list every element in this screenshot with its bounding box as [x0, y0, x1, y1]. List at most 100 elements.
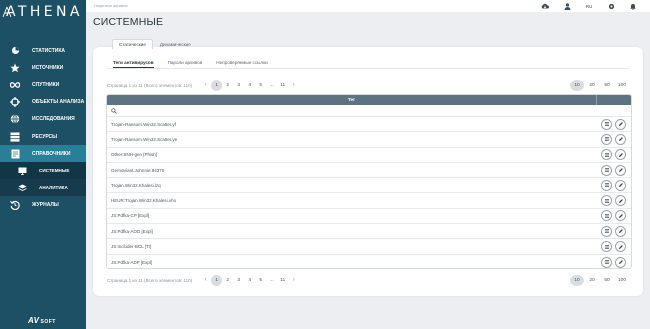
page-size-option[interactable]: 50	[600, 80, 614, 91]
page-button[interactable]: 1	[211, 274, 223, 286]
list-icon[interactable]	[601, 256, 612, 268]
column-header-tag[interactable]: Тег	[107, 98, 596, 103]
sidebar-item-label: ЖУРНАЛЫ	[32, 201, 59, 208]
sidebar-item-resources[interactable]: РЕСУРСЫ	[0, 128, 86, 145]
page-button[interactable]: 2	[222, 80, 233, 91]
list-icon[interactable]	[601, 118, 612, 130]
page-button[interactable]: 11	[277, 275, 288, 286]
edit-icon[interactable]	[615, 149, 626, 161]
edit-icon[interactable]	[615, 133, 626, 145]
topbar-icons: RU	[534, 2, 644, 10]
inner-tabs: Теги антивирусов Пароли архивов Непровер…	[113, 58, 282, 68]
table-row[interactable]: JS:Pdfka-AOD [Expl]	[107, 224, 631, 240]
table-row[interactable]: JS:Includer-BCL [Tr]	[107, 239, 631, 255]
tab-archive-passwords[interactable]: Пароли архивов	[168, 58, 203, 68]
row-actions	[596, 118, 631, 130]
next-page-icon[interactable]: ›	[288, 277, 299, 283]
edit-icon[interactable]	[615, 179, 626, 191]
edit-icon[interactable]	[615, 210, 626, 222]
table-row[interactable]: Other:SNH-gen [Phish]	[107, 148, 631, 163]
sidebar-item-research[interactable]: ИССЛЕДОВАНИЯ	[0, 111, 86, 128]
row-actions	[596, 195, 631, 207]
page-size-option[interactable]: 20	[585, 275, 599, 286]
pager-info: Страница 1 из 11 (Всего элементов: 110)	[107, 277, 193, 283]
sidebar-item-references[interactable]: СПРАВОЧНИКИ	[0, 145, 86, 163]
tab-unchecked-links[interactable]: Непроверяемые ссылки	[216, 58, 267, 68]
page-button[interactable]: 4	[244, 275, 255, 286]
bell-icon[interactable]	[622, 2, 644, 10]
sidebar-item-analysis-objects[interactable]: ОБЪЕКТЫ АНАЛИЗА	[0, 94, 86, 111]
history-icon	[10, 200, 20, 210]
table-row[interactable]: Trojan.Win32.Khalesi.lzq	[107, 178, 631, 194]
sidebar-item-label: ИССЛЕДОВАНИЯ	[32, 116, 75, 123]
table-body: Trojan-Ransom.Win32.Scatter.yf Trojan-Ran…	[107, 117, 631, 268]
settings-icon[interactable]	[600, 2, 622, 10]
page-button[interactable]: 5	[255, 275, 266, 286]
page-ellipsis: ...	[269, 277, 274, 283]
page-size-option[interactable]: 100	[615, 275, 629, 286]
page-button[interactable]: 11	[277, 80, 288, 91]
language-selector[interactable]: RU	[578, 2, 600, 10]
edit-icon[interactable]	[615, 241, 626, 253]
tab-antivirus-tags[interactable]: Теги антивирусов	[113, 58, 154, 68]
list-icon[interactable]	[601, 225, 612, 237]
page-size-option[interactable]: 50	[600, 275, 614, 286]
prev-page-icon[interactable]: ‹	[200, 277, 211, 283]
row-actions	[596, 179, 631, 191]
prev-page-icon[interactable]: ‹	[200, 82, 211, 88]
app-logo[interactable]: ATHENA	[6, 4, 83, 20]
page-button[interactable]: 3	[233, 275, 244, 286]
list-icon[interactable]	[601, 164, 612, 176]
page-button[interactable]: 4	[244, 80, 255, 91]
page-size-option[interactable]: 10	[570, 79, 584, 91]
table-row[interactable]: HEUR:Trojan.Win32.Khalesi.vho	[107, 193, 631, 209]
sidebar-item-satellites[interactable]: СПУТНИКИ	[0, 76, 86, 93]
page-button[interactable]: 2	[222, 275, 233, 286]
list-icon[interactable]	[601, 133, 612, 145]
monitor-icon	[18, 167, 27, 175]
sidebar-subitem-label: СИСТЕМНЫЕ	[39, 168, 70, 174]
sidebar-item-journals[interactable]: ЖУРНАЛЫ	[0, 196, 86, 213]
sidebar-item-label: СПРАВОЧНИКИ	[32, 150, 71, 157]
page-size-option[interactable]: 10	[570, 274, 584, 286]
page-size-option[interactable]: 100	[615, 80, 629, 91]
tabs-divider	[107, 68, 629, 69]
sidebar-item-label: ОБЪЕКТЫ АНАЛИЗА	[32, 99, 85, 106]
edit-icon[interactable]	[615, 164, 626, 176]
list-icon[interactable]	[601, 210, 612, 222]
table-row[interactable]: JS:Pdfka-CP [Expl]	[107, 209, 631, 225]
list-icon[interactable]	[601, 149, 612, 161]
sidebar: ATHENA СТАТИСТИКА ИСТОЧНИКИ СПУТНИКИ ОБЪ…	[0, 0, 86, 329]
table-row[interactable]: Trojan-Ransom.Win32.Scatter.ye	[107, 132, 631, 148]
list-icon[interactable]	[601, 241, 612, 253]
sidebar-subitem-label: АНАЛИТИКА	[39, 185, 68, 191]
edit-icon[interactable]	[615, 195, 626, 207]
row-actions	[596, 210, 631, 222]
sidebar-item-statistics[interactable]: СТАТИСТИКА	[0, 42, 86, 59]
tab-dynamic[interactable]: Динамические	[153, 39, 198, 49]
sidebar-item-label: РЕСУРСЫ	[32, 133, 58, 140]
tag-cell: Trojan-Ransom.Win32.Scatter.ye	[111, 136, 178, 142]
sidebar-subitem-system[interactable]: СИСТЕМНЫЕ	[0, 162, 86, 180]
user-icon[interactable]	[556, 2, 578, 10]
page-button[interactable]: 5	[255, 80, 266, 91]
filter-row[interactable]	[107, 105, 631, 117]
sidebar-subitem-analytics[interactable]: АНАЛИТИКА	[0, 179, 86, 197]
table-row[interactable]: Trojan-Ransom.Win32.Scatter.yf	[107, 117, 631, 133]
row-actions	[596, 241, 631, 253]
tab-static[interactable]: Статические	[112, 39, 153, 49]
row-actions	[596, 133, 631, 145]
list-icon[interactable]	[601, 195, 612, 207]
page-size-option[interactable]: 20	[585, 80, 599, 91]
edit-icon[interactable]	[615, 118, 626, 130]
download-icon[interactable]	[534, 2, 556, 10]
sidebar-item-sources[interactable]: ИСТОЧНИКИ	[0, 59, 86, 76]
list-icon[interactable]	[601, 179, 612, 191]
page-button[interactable]: 1	[211, 79, 223, 91]
table-row[interactable]: GenVariant.Johnnie.84370	[107, 163, 631, 179]
page-button[interactable]: 3	[233, 80, 244, 91]
edit-icon[interactable]	[615, 256, 626, 268]
next-page-icon[interactable]: ›	[288, 82, 299, 88]
edit-icon[interactable]	[615, 225, 626, 237]
table-row[interactable]: JS:Pdfka-ADP [Expl]	[107, 255, 631, 268]
